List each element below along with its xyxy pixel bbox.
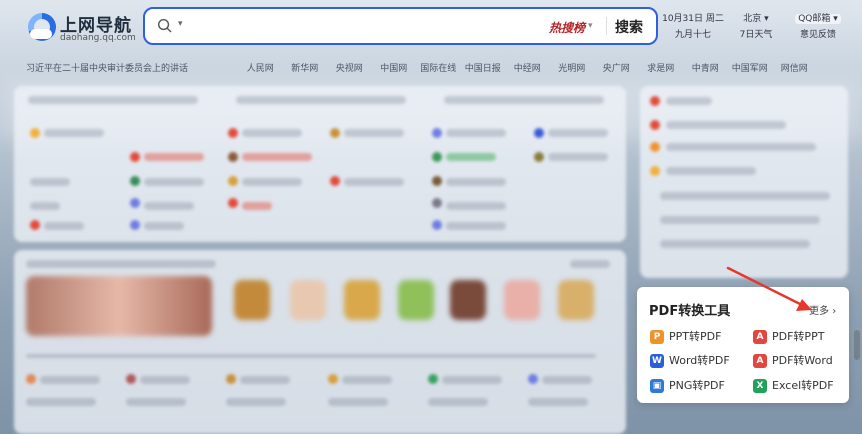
search-box: ▾ 热搜榜 ▾ 搜索 (143, 7, 658, 45)
logo-subtitle: daohang.qq.com (60, 33, 136, 43)
tool-label: PDF转Word (772, 354, 833, 367)
news-headline[interactable]: 习近平在二十届中央审计委员会上的讲话 (26, 61, 188, 74)
search-input[interactable] (189, 15, 519, 37)
qq-links: QQ邮箱 ▾ 意见反馈 (790, 11, 846, 43)
tool-label: PDF转PPT (772, 330, 825, 343)
right-sidebar-panel (640, 86, 848, 278)
media-link[interactable]: 中国网 (372, 61, 417, 74)
search-divider (606, 17, 607, 35)
search-engine-chevron-icon[interactable]: ▾ (178, 19, 183, 29)
weather-widget[interactable]: 北京 ▾ 7日天气 (731, 11, 781, 43)
date-widget[interactable]: 10月31日 周二 九月十七 (662, 11, 724, 43)
media-link[interactable]: 中国军网 (728, 61, 773, 74)
media-links: 人民网 新华网 央视网 中国网 国际在线 中国日报 中经网 光明网 央广网 求是… (238, 61, 817, 74)
search-button[interactable]: 搜索 (615, 17, 643, 37)
pdf-tools-card: PDF转换工具 更多 › P PPT转PDF A PDF转PPT W Word转… (637, 287, 849, 403)
pdf-file-icon: A (753, 354, 767, 368)
media-link[interactable]: 网信网 (772, 61, 817, 74)
city-chevron-icon: ▾ (761, 14, 769, 24)
solar-date: 10月31日 周二 (662, 14, 724, 24)
feedback-link[interactable]: 意见反馈 (790, 27, 846, 43)
tool-label: PPT转PDF (669, 330, 722, 343)
hot-search-chevron-icon[interactable]: ▾ (588, 21, 593, 31)
media-link[interactable]: 国际在线 (416, 61, 461, 74)
pdf-file-icon: A (753, 330, 767, 344)
pdf-tools-more-link[interactable]: 更多 › (809, 302, 836, 317)
excel-file-icon: X (753, 379, 767, 393)
tool-label: Word转PDF (669, 354, 730, 367)
ppt-file-icon: P (650, 330, 664, 344)
media-link[interactable]: 中国日报 (461, 61, 506, 74)
tool-label: Excel转PDF (772, 379, 834, 392)
logo-cloud-icon (30, 29, 52, 39)
word-file-icon: W (650, 354, 664, 368)
header: 上网导航 daohang.qq.com ▾ 热搜榜 ▾ 搜索 10月31日 周二… (0, 0, 862, 56)
media-link[interactable]: 中经网 (505, 61, 550, 74)
tool-label: PNG转PDF (669, 379, 725, 392)
media-link[interactable]: 人民网 (238, 61, 283, 74)
site-directory-panel (14, 86, 626, 242)
search-icon[interactable] (157, 18, 172, 33)
media-link[interactable]: 央广网 (594, 61, 639, 74)
media-link[interactable]: 中青网 (683, 61, 728, 74)
site-logo[interactable]: 上网导航 daohang.qq.com (28, 11, 138, 47)
media-link[interactable]: 光明网 (550, 61, 595, 74)
pdf-tools-title: PDF转换工具 (649, 304, 731, 319)
hot-search-label[interactable]: 热搜榜 (549, 19, 585, 36)
image-file-icon: ▣ (650, 379, 664, 393)
media-link[interactable]: 新华网 (283, 61, 328, 74)
qq-mail-link[interactable]: QQ邮箱 ▾ (795, 14, 841, 24)
feature-panel (14, 250, 626, 434)
scrollbar-thumb[interactable] (854, 330, 860, 360)
lunar-date: 九月十七 (674, 30, 711, 40)
media-link[interactable]: 求是网 (639, 61, 684, 74)
news-bar: 习近平在二十届中央审计委员会上的讲话 人民网 新华网 央视网 中国网 国际在线 … (26, 61, 846, 75)
weather-city: 北京 (743, 14, 762, 24)
media-link[interactable]: 央视网 (327, 61, 372, 74)
weather-forecast-link[interactable]: 7日天气 (731, 27, 781, 43)
chevron-right-icon: › (832, 306, 837, 317)
